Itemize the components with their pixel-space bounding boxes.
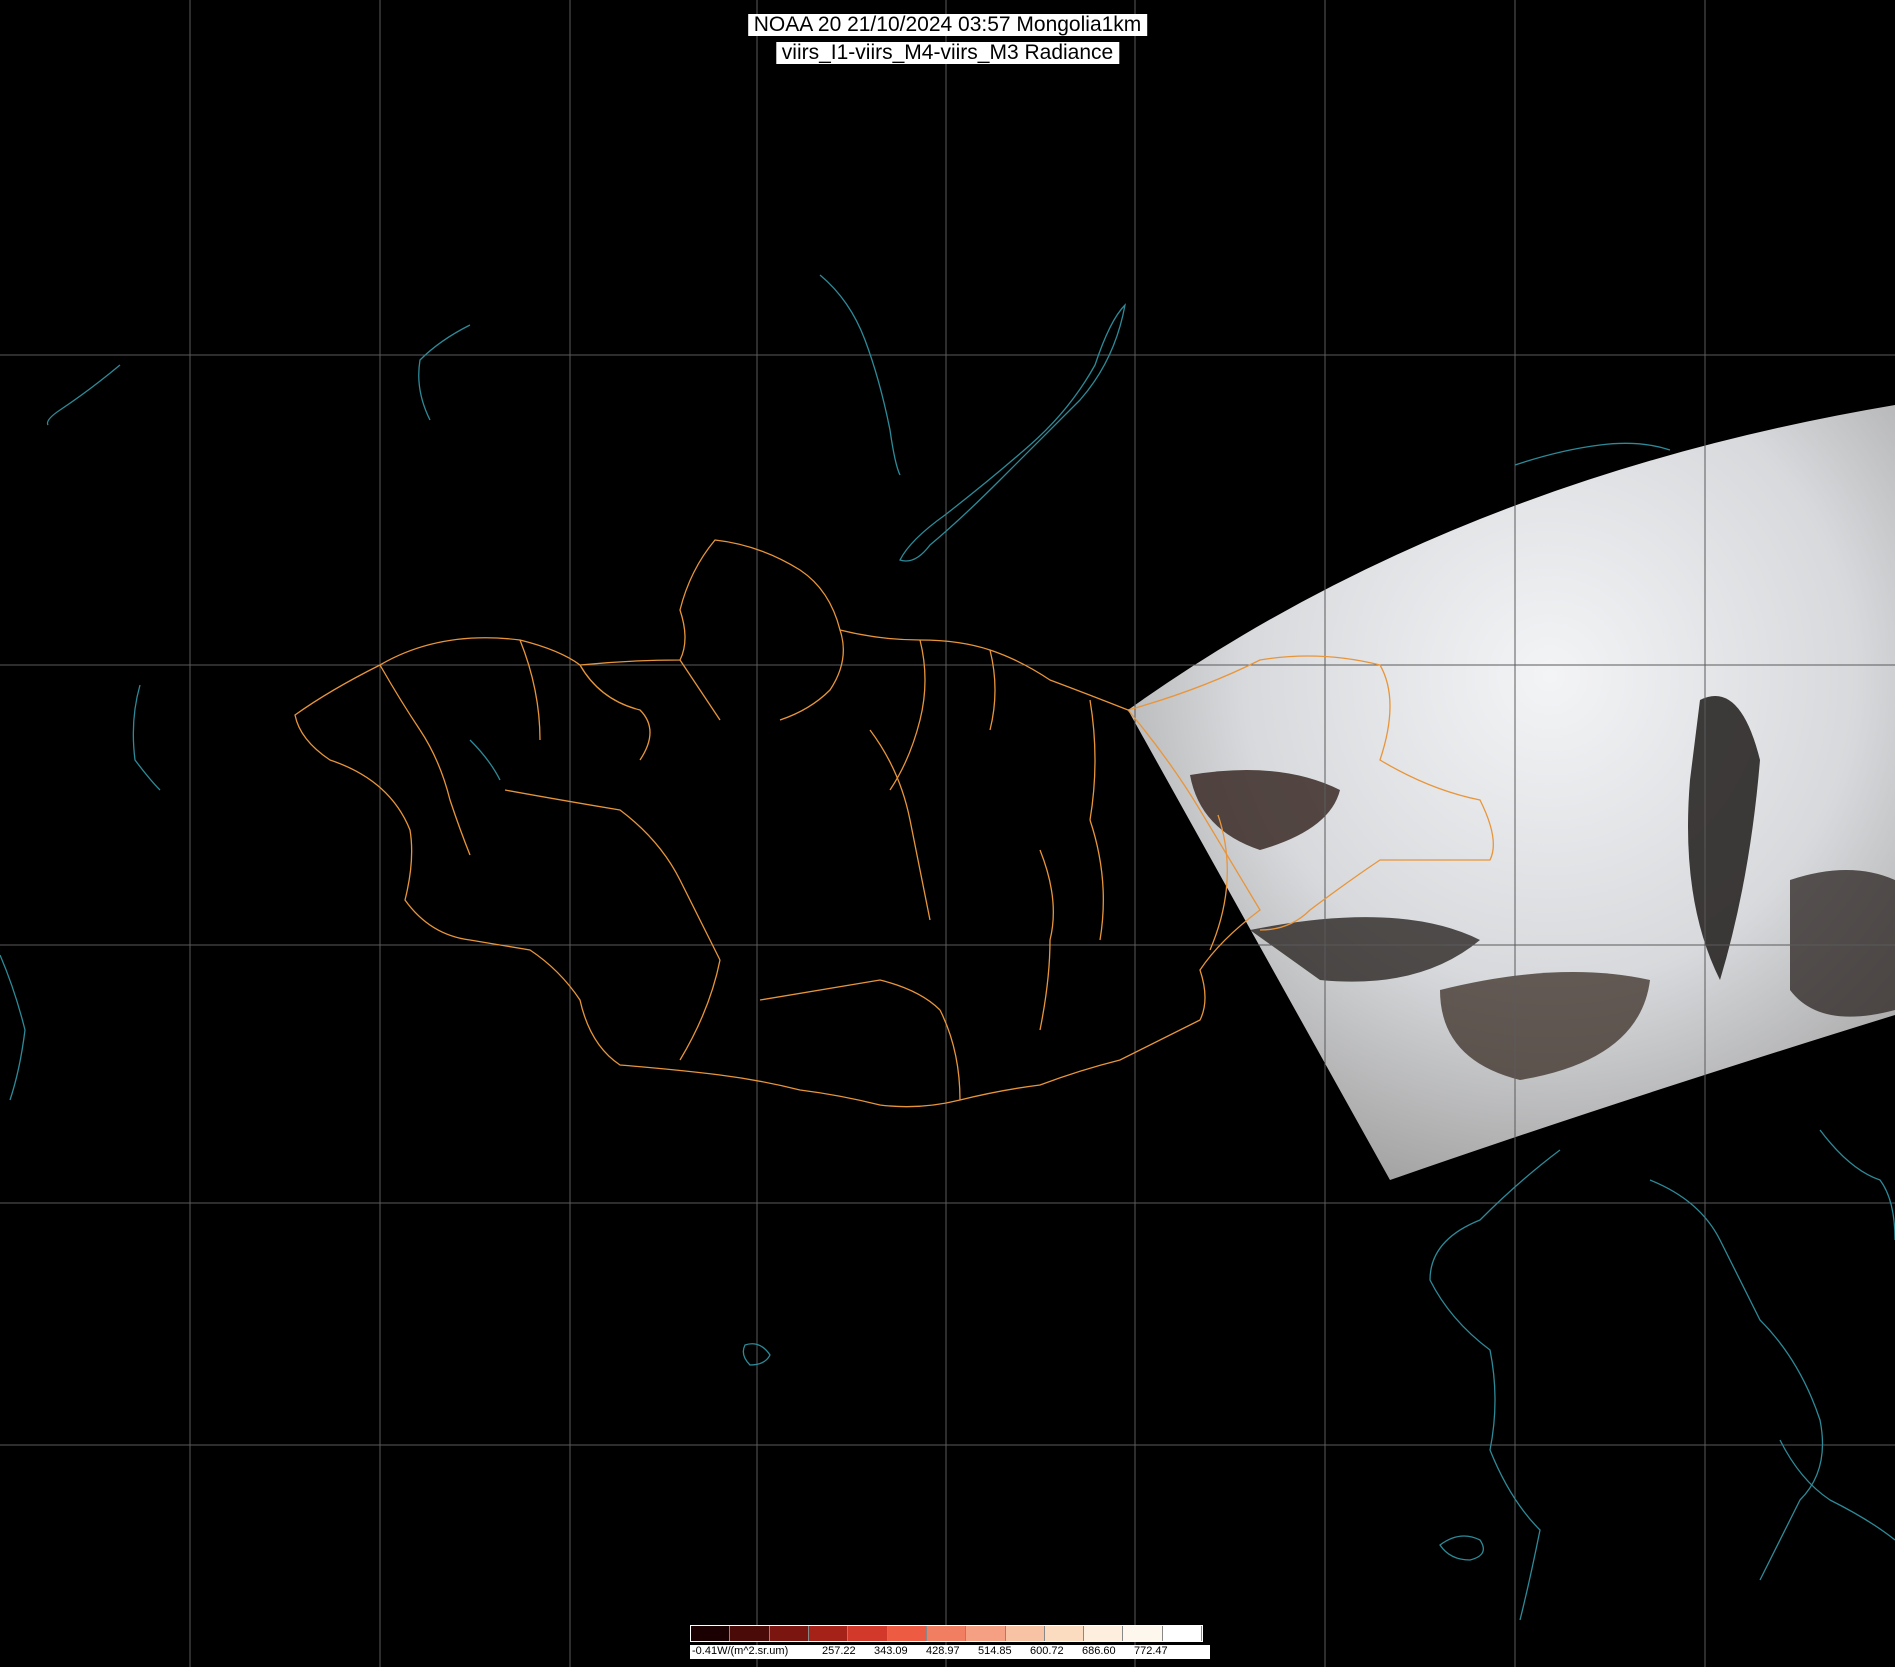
colorbar-tick-label: 428.97 <box>926 1645 960 1657</box>
colorbar-swatch <box>848 1626 888 1641</box>
colorbar-swatch <box>691 1626 731 1641</box>
colorbar-tick-label: 514.85 <box>978 1645 1012 1657</box>
colorbar-swatch <box>926 1626 967 1641</box>
colorbar-swatch <box>1044 1626 1085 1641</box>
colorbar-swatch <box>1005 1626 1045 1641</box>
colorbar-swatch <box>808 1626 849 1641</box>
map-title-line-1: NOAA 20 21/10/2024 03:57 Mongolia1km <box>747 14 1148 36</box>
colorbar: -0.41W/(m^2.sr.um) 257.22 343.09 428.97 … <box>690 1625 1210 1665</box>
colorbar-swatch <box>1123 1626 1163 1641</box>
colorbar-tick-label: 257.22 <box>822 1645 856 1657</box>
colorbar-tick-label: 600.72 <box>1030 1645 1064 1657</box>
colorbar-swatch <box>1162 1626 1203 1641</box>
colorbar-tick-label: 686.60 <box>1082 1645 1116 1657</box>
colorbar-labels: -0.41W/(m^2.sr.um) 257.22 343.09 428.97 … <box>690 1645 1210 1659</box>
colorbar-gradient <box>690 1625 1203 1642</box>
colorbar-tick-label: 772.47 <box>1134 1645 1168 1657</box>
colorbar-swatch <box>769 1626 809 1641</box>
satellite-map <box>0 0 1895 1667</box>
colorbar-tick-label: 343.09 <box>874 1645 908 1657</box>
satellite-swath <box>1128 405 1895 1180</box>
colorbar-swatch <box>1084 1626 1124 1641</box>
colorbar-swatch <box>887 1626 927 1641</box>
map-title-line-2: viirs_I1-viirs_M4-viirs_M3 Radiance <box>775 42 1120 64</box>
colorbar-swatch <box>966 1626 1006 1641</box>
colorbar-unit-label: -0.41W/(m^2.sr.um) <box>692 1645 789 1657</box>
colorbar-swatch <box>730 1626 770 1641</box>
